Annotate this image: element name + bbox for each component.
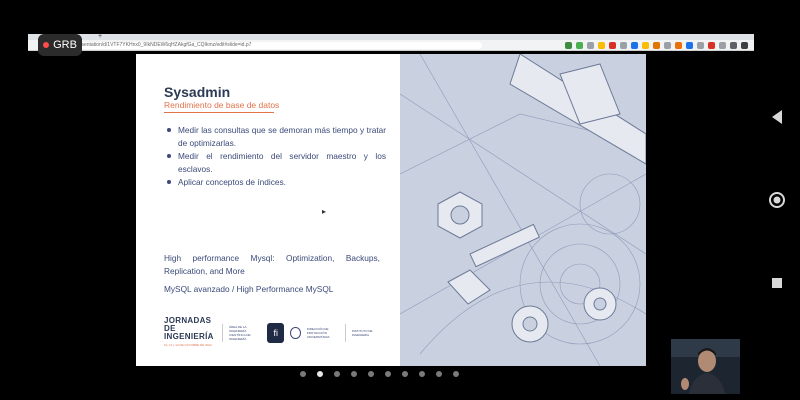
extension-icon[interactable] xyxy=(587,42,594,49)
slide-dot-active[interactable] xyxy=(317,371,323,377)
extension-icon[interactable] xyxy=(664,42,671,49)
recording-indicator: GRB xyxy=(38,34,82,56)
new-tab-button[interactable]: + xyxy=(98,33,102,40)
extension-icon[interactable] xyxy=(642,42,649,49)
back-icon[interactable] xyxy=(772,110,782,124)
presentation-slide: Sysadmin Rendimiento de base de datos Me… xyxy=(136,54,646,366)
browser-window: + .com/presentation/d/1VTF7YKHnx0_9IkNDE… xyxy=(28,33,754,51)
extension-icon[interactable] xyxy=(730,42,737,49)
faculty-logo-text: ÁREA DE LA INGENIERÍA CIENTÍFICA DE INGE… xyxy=(229,325,251,341)
slide-footer-logos: JORNADAS DE INGENIERÍA 10, 11 y 12 DE OC… xyxy=(164,317,384,349)
address-bar[interactable]: .com/presentation/d/1VTF7YKHnx0_9IkNDEW6… xyxy=(58,42,482,49)
extension-icon[interactable] xyxy=(686,42,693,49)
recents-icon[interactable] xyxy=(772,278,782,288)
event-title-line1: JORNADAS DE xyxy=(164,316,212,333)
bullet-item: Medir el rendimiento del servidor maestr… xyxy=(164,150,386,176)
extension-icon[interactable] xyxy=(719,42,726,49)
slide-dot[interactable] xyxy=(385,371,391,377)
bullet-list: Medir las consultas que se demoran más t… xyxy=(164,124,386,189)
slide-dot[interactable] xyxy=(351,371,357,377)
slide-dot[interactable] xyxy=(419,371,425,377)
event-logo: JORNADAS DE INGENIERÍA 10, 11 y 12 DE OC… xyxy=(164,317,216,349)
book-reference-translation: MySQL avanzado / High Performance MySQL xyxy=(164,284,334,294)
android-nav-icons xyxy=(769,110,785,288)
slide-dot[interactable] xyxy=(453,371,459,377)
slide-navigation xyxy=(300,371,459,377)
fi-logo: fi xyxy=(267,323,285,343)
extension-icon[interactable] xyxy=(598,42,605,49)
extension-icon[interactable] xyxy=(565,42,572,49)
mouse-cursor-icon: ▸ xyxy=(322,207,327,216)
logo-divider xyxy=(344,324,346,342)
extension-icon[interactable] xyxy=(620,42,627,49)
university-seal-icon xyxy=(290,327,301,339)
slide-subtitle: Rendimiento de base de datos xyxy=(164,100,280,110)
extension-icon[interactable] xyxy=(653,42,660,49)
record-dot-icon xyxy=(43,42,50,48)
extension-icon[interactable] xyxy=(675,42,682,49)
division-logo-text: DIRECCIÓN DE PROYECCIÓN UNIVERSITARIA xyxy=(306,327,330,339)
bullet-item: Medir las consultas que se demoran más t… xyxy=(164,124,386,150)
home-icon-center xyxy=(773,196,781,204)
menu-icon[interactable] xyxy=(741,42,748,49)
slide-dot[interactable] xyxy=(368,371,374,377)
slide-title: Sysadmin xyxy=(164,84,231,100)
slide-dot[interactable] xyxy=(334,371,340,377)
institute-logo-text: INSTITUTO DE INGENIERÍA xyxy=(351,329,373,337)
slide-text-panel: Sysadmin Rendimiento de base de datos Me… xyxy=(136,54,400,366)
slide-dot[interactable] xyxy=(300,371,306,377)
extension-icon[interactable] xyxy=(697,42,704,49)
android-nav-bar xyxy=(768,108,788,298)
logo-divider xyxy=(222,324,224,342)
extension-toolbar xyxy=(565,42,748,49)
event-dates: 10, 11 y 12 DE OCTUBRE DE 2022 xyxy=(164,343,212,347)
book-reference: High performance Mysql: Optimization, Ba… xyxy=(164,253,380,276)
extension-icon[interactable] xyxy=(708,42,715,49)
bullet-item: Aplicar conceptos de índices. xyxy=(164,176,386,189)
event-title-line2: INGENIERÍA xyxy=(164,332,214,341)
recording-label: GRB xyxy=(53,39,77,51)
engineering-drawing-image xyxy=(399,54,646,366)
extension-icon[interactable] xyxy=(609,42,616,49)
webcam-thumbnail[interactable] xyxy=(671,339,740,394)
extension-icon[interactable] xyxy=(631,42,638,49)
slide-dot[interactable] xyxy=(402,371,408,377)
blueprint-illustration xyxy=(399,54,646,366)
extension-icon[interactable] xyxy=(576,42,583,49)
presenter-video xyxy=(671,339,740,394)
subtitle-divider xyxy=(164,112,274,113)
slide-dot[interactable] xyxy=(436,371,442,377)
tab-strip: + xyxy=(28,33,754,40)
